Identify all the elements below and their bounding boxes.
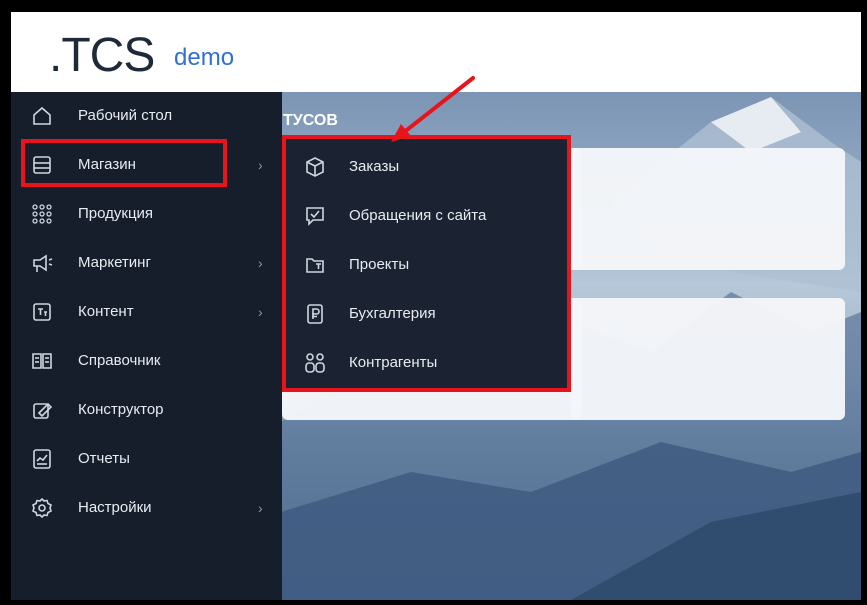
app-window: .TCS demo ТУСОВ Рабочий стол Магазин › П… xyxy=(11,12,861,600)
screenshot-frame: .TCS demo ТУСОВ Рабочий стол Магазин › П… xyxy=(0,0,867,605)
annotation-arrow xyxy=(391,76,475,142)
